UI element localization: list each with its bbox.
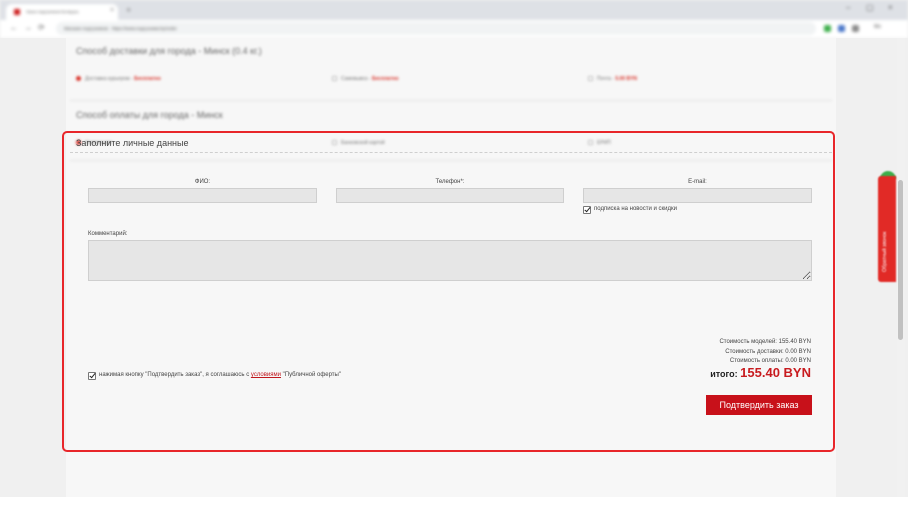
agree-suffix: "Публичной оферты": [281, 372, 341, 378]
browser-chrome: Заказ подгузников Беларусь × + – ▢ × ← →…: [0, 0, 908, 38]
favicon-icon: [14, 9, 20, 15]
phone-label: Телефон*:: [435, 179, 465, 185]
browser-tab[interactable]: Заказ подгузников Беларусь ×: [6, 4, 118, 20]
subscribe-label: подписка на новости и скидки: [594, 206, 677, 212]
close-window-icon[interactable]: ×: [888, 3, 893, 12]
form-title: Заполните личные данные: [76, 138, 189, 148]
email-label: E-mail:: [688, 179, 707, 185]
radio-selected-icon: [76, 76, 81, 82]
reload-icon[interactable]: ⟳: [38, 23, 45, 32]
delivery-option-price: 5.00 BYN: [615, 76, 638, 82]
browser-window: Заказ подгузников Беларусь × + – ▢ × ← →…: [0, 0, 908, 505]
cost-models: Стоимость моделей: 155.40 BYN: [719, 339, 811, 345]
check-icon: [584, 205, 591, 213]
delivery-option-price: Бесплатно: [372, 76, 399, 82]
delivery-title: Способ доставки для города - Минск (0.4 …: [76, 46, 262, 56]
browser-toolbar: ← → ⟳ Магазин подгузников · https://www.…: [0, 20, 908, 38]
extension-icon[interactable]: [852, 25, 859, 32]
delivery-option-price: Бесплатно: [134, 76, 161, 82]
close-tab-icon[interactable]: ×: [110, 7, 114, 14]
cost-delivery: Стоимость доставки: 0.00 BYN: [725, 349, 811, 355]
extension-icon[interactable]: [838, 25, 845, 32]
total-label: итого:: [710, 369, 741, 379]
delivery-option[interactable]: Самовывоз - Бесплатно: [332, 76, 399, 82]
delivery-option-label: Доставка курьером: [85, 76, 130, 82]
radio-icon: [588, 76, 593, 82]
divider: [70, 100, 832, 101]
total-value: 155.40 BYN: [740, 365, 811, 380]
delivery-option-label: Почта: [597, 76, 611, 82]
forward-icon[interactable]: →: [24, 23, 32, 32]
address-bar[interactable]: Магазин подгузников · https://www.подгуз…: [56, 22, 816, 35]
new-tab-button[interactable]: +: [126, 5, 131, 15]
check-icon: [89, 371, 96, 379]
payment-title: Способ оплаты для города - Минск: [76, 110, 223, 120]
agree-prefix: нажимая кнопку "Подтвердить заказ", я со…: [99, 372, 251, 378]
comment-label: Комментарий:: [88, 231, 128, 237]
radio-icon: [332, 76, 337, 82]
delivery-option[interactable]: Почта - 5.00 BYN: [588, 76, 637, 82]
subscribe-checkbox[interactable]: [583, 205, 591, 214]
minimize-icon[interactable]: –: [846, 3, 850, 12]
agree-label: нажимая кнопку "Подтвердить заказ", я со…: [99, 372, 341, 378]
agree-checkbox[interactable]: [88, 371, 96, 380]
confirm-order-button[interactable]: Подтвердить заказ: [706, 395, 812, 415]
callback-widget[interactable]: Обратный звонок: [878, 176, 896, 282]
delivery-option[interactable]: Доставка курьером - Бесплатно: [76, 76, 161, 82]
comment-textarea[interactable]: [88, 240, 812, 281]
phone-input[interactable]: [336, 188, 564, 203]
extension-icon[interactable]: [824, 25, 831, 32]
fio-label: ФИО:: [194, 179, 211, 185]
terms-link[interactable]: условиями: [251, 372, 281, 378]
back-icon[interactable]: ←: [10, 23, 18, 32]
callback-widget-label: Обратный звонок: [882, 231, 888, 272]
window-bottom: [0, 497, 908, 505]
divider: [70, 152, 832, 153]
tab-title: Заказ подгузников Беларусь: [26, 9, 79, 14]
fio-input[interactable]: [88, 188, 317, 203]
scrollbar-thumb[interactable]: [898, 180, 903, 340]
delivery-option-label: Самовывоз: [341, 76, 368, 82]
email-input[interactable]: [583, 188, 812, 203]
order-total: итого: 155.40 BYN: [710, 364, 811, 382]
maximize-icon[interactable]: ▢: [866, 3, 874, 12]
profile-button[interactable]: Мо: [874, 24, 881, 30]
